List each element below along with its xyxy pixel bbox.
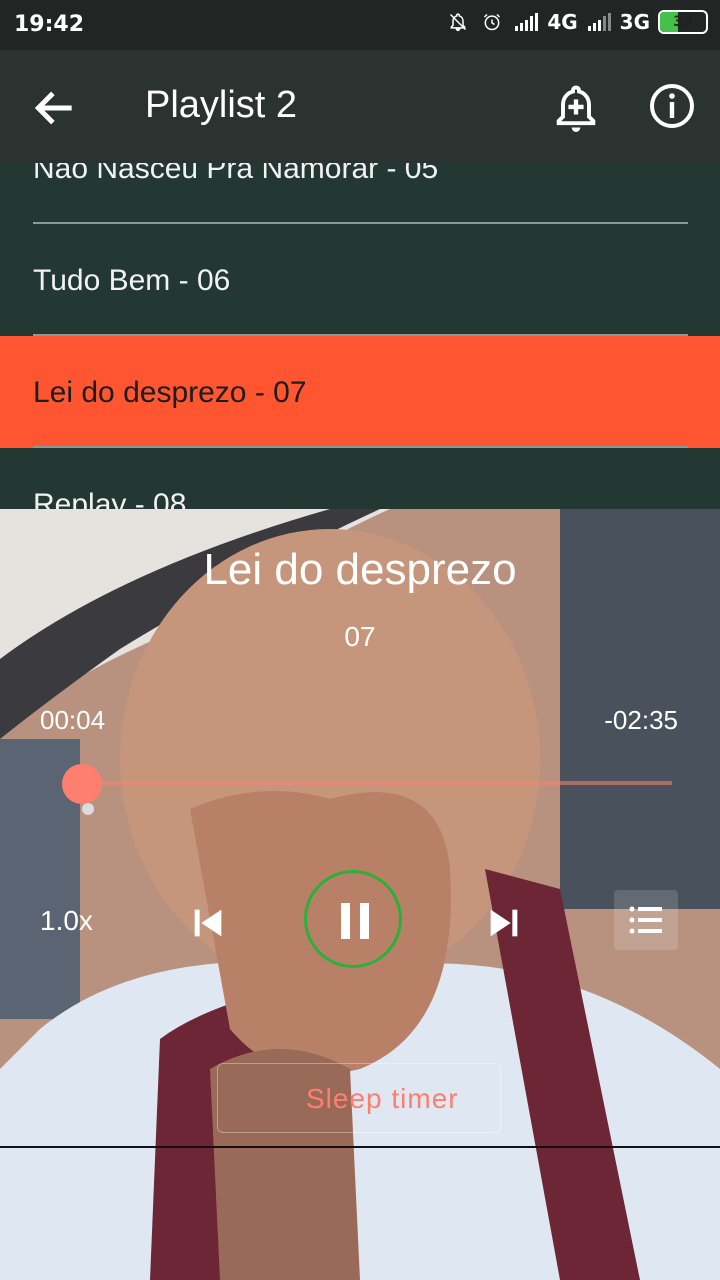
skip-next-icon[interactable] — [484, 903, 524, 943]
app-bar: Playlist 2 — [0, 50, 720, 163]
playlist: Nao Nasceu Pra Namorar - 05 Tudo Bem - 0… — [0, 163, 720, 509]
list-item-label: Tudo Bem - 06 — [33, 264, 231, 297]
list-item-label: Replay - 08 — [33, 488, 187, 509]
status-icons: 4G 3G 39 — [445, 10, 708, 34]
alarm-clock-icon — [484, 13, 501, 31]
signal-icon — [515, 13, 539, 31]
list-item[interactable]: Replay - 08 — [0, 448, 720, 509]
sleep-timer-button[interactable]: Sleep timer — [217, 1063, 501, 1133]
list-item-label: Nao Nasceu Pra Namorar - 05 — [33, 163, 439, 185]
queue-button[interactable] — [614, 890, 678, 950]
arrow-back-icon[interactable] — [30, 83, 80, 133]
status-time: 19:42 — [14, 12, 85, 37]
elapsed-time: 00:04 — [40, 705, 106, 735]
network-type-2: 3G — [619, 10, 650, 34]
battery-icon: 39 — [658, 10, 708, 34]
info-icon[interactable] — [648, 82, 696, 130]
list-item-active[interactable]: Lei do desprezo - 07 — [0, 336, 720, 448]
list-item[interactable]: Nao Nasceu Pra Namorar - 05 — [0, 163, 720, 224]
page-title: Playlist 2 — [145, 84, 298, 126]
playback-speed-button[interactable]: 1.0x — [40, 905, 93, 937]
seek-thumb[interactable] — [62, 764, 103, 804]
skip-previous-icon[interactable] — [188, 903, 228, 943]
add-alarm-icon[interactable] — [550, 82, 602, 134]
battery-level: 39 — [673, 14, 693, 30]
list-item[interactable]: Tudo Bem - 06 — [0, 224, 720, 336]
remaining-time: -02:35 — [604, 705, 678, 735]
play-pause-button[interactable] — [304, 870, 402, 968]
list-icon — [629, 906, 662, 934]
status-bar: 19:42 4G 3G 39 — [0, 0, 720, 50]
sleep-timer-label: Sleep timer — [306, 1083, 459, 1114]
pause-icon — [341, 903, 369, 939]
now-playing-panel: Lei do desprezo 07 00:04 -02:35 1.0x Sle… — [0, 509, 720, 1280]
moon-icon — [265, 1086, 279, 1112]
signal-icon — [587, 13, 611, 31]
song-title: Lei do desprezo — [203, 545, 517, 594]
track-number: 07 — [344, 621, 376, 652]
network-type-1: 4G — [547, 10, 578, 34]
divider — [0, 1146, 720, 1148]
list-item-label: Lei do desprezo - 07 — [33, 376, 307, 409]
seek-bar[interactable] — [67, 781, 672, 785]
notifications-off-icon — [450, 13, 467, 32]
